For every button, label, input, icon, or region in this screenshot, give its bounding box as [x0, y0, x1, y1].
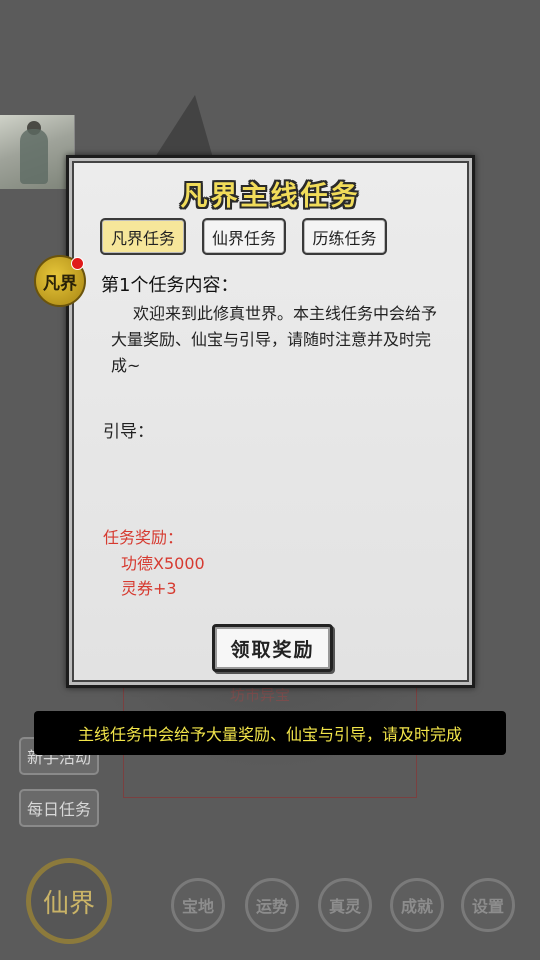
nav-fortune[interactable]: 运势: [245, 878, 299, 932]
tab-mortal-quests[interactable]: 凡界任务: [100, 218, 186, 255]
reward-item: 功德X5000: [121, 554, 205, 573]
task-description: 欢迎来到此修真世界。本主线任务中会给予大量奖励、仙宝与引导，请随时注意并及时完成…: [111, 304, 438, 375]
portrait-figure: [20, 129, 48, 184]
nav-settings[interactable]: 设置: [461, 878, 515, 932]
realm-switch-button[interactable]: 仙界: [26, 858, 112, 944]
tab-immortal-quests[interactable]: 仙界任务: [202, 218, 286, 255]
dialog-title: 凡界主线任务: [180, 181, 361, 212]
reward-label: 任务奖励：: [103, 528, 184, 547]
tab-trial-quests[interactable]: 历练任务: [302, 218, 387, 255]
hint-tooltip: 主线任务中会给予大量奖励、仙宝与引导，请及时完成: [34, 711, 506, 755]
daily-task-button[interactable]: 每日任务: [19, 789, 99, 827]
reward-item: 灵券+3: [121, 579, 177, 598]
realm-badge-label: 凡界: [43, 273, 77, 294]
character-portrait[interactable]: [0, 115, 75, 189]
nav-achievements[interactable]: 成就: [390, 878, 444, 932]
realm-switch-label: 仙界: [42, 888, 95, 919]
nav-true-spirit[interactable]: 真灵: [318, 878, 372, 932]
guide-label: 引导：: [103, 422, 154, 442]
notification-dot-icon: [71, 257, 84, 270]
claim-reward-button[interactable]: 领取奖励: [212, 624, 333, 672]
main-quest-dialog: 凡界主线任务 凡界任务 仙界任务 历练任务 第1个任务内容： 欢迎来到此修真世界…: [66, 155, 475, 688]
task-heading: 第1个任务内容：: [101, 275, 239, 296]
nav-treasure-land[interactable]: 宝地: [171, 878, 225, 932]
